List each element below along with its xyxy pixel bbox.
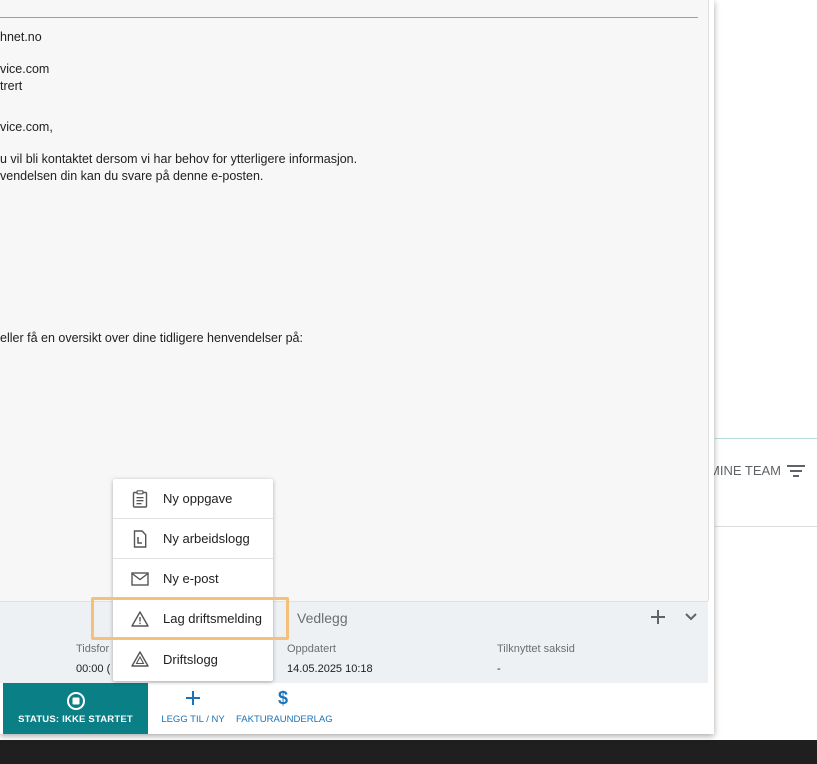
menu-item-new-task[interactable]: Ny oppgave: [113, 479, 273, 519]
menu-item-incident-log[interactable]: Driftslogg: [113, 639, 273, 679]
add-new-button[interactable]: LEGG TIL / NY: [158, 683, 228, 734]
info-label: Oppdatert: [287, 643, 336, 655]
team-filter-label: MINE TEAM: [709, 463, 781, 478]
menu-item-new-email[interactable]: Ny e-post: [113, 559, 273, 599]
chevron-down-icon[interactable]: [682, 608, 700, 626]
menu-item-label: Ny arbeidslogg: [163, 531, 250, 546]
attachments-label: Vedlegg: [297, 610, 348, 626]
attachments-bar: Vedlegg: [0, 601, 708, 637]
info-linked-case: Tilknyttet saksid -: [497, 643, 575, 675]
stop-circle-icon: [67, 692, 85, 710]
clipboard-icon: [131, 489, 149, 508]
plus-icon: [186, 691, 200, 705]
plus-icon[interactable]: [648, 607, 668, 627]
status-button[interactable]: STATUS: IKKE STARTET: [3, 683, 148, 734]
email-line: eller få en oversikt over dine tidligere…: [0, 331, 303, 345]
info-value: 00:00 (: [76, 663, 111, 675]
warning-icon: [131, 650, 149, 668]
info-label: Tilknyttet saksid: [497, 643, 575, 655]
info-updated: Oppdatert 14.05.2025 10:18: [287, 643, 373, 675]
email-line: hnet.no: [0, 30, 42, 44]
add-new-label: LEGG TIL / NY: [161, 714, 225, 725]
case-dialog: hnet.no vice.com trert vice.com, u vil b…: [0, 0, 714, 734]
add-new-menu: Ny oppgave Ny arbeidslogg Ny e-post Lag …: [113, 479, 273, 681]
menu-item-label: Ny oppgave: [163, 491, 233, 506]
email-line: vice.com: [0, 62, 50, 76]
status-label: STATUS: IKKE STARTET: [18, 714, 133, 725]
warning-icon: [131, 610, 149, 628]
case-info-row: Tidsfor 00:00 ( Oppdatert 14.05.2025 10:…: [0, 636, 708, 683]
background-panel: MINE TEAM: [709, 0, 817, 740]
menu-item-label: Driftslogg: [163, 651, 218, 667]
divider: [715, 526, 817, 527]
bottom-toolbar: STATUS: IKKE STARTET LEGG TIL / NY $ FAK…: [0, 683, 714, 734]
email-line: vice.com,: [0, 120, 53, 134]
email-body: hnet.no vice.com trert vice.com, u vil b…: [0, 0, 709, 601]
invoice-basis-label: FAKTURAUNDERLAG: [236, 714, 333, 725]
menu-item-label: Ny e-post: [163, 571, 219, 586]
divider: [715, 438, 817, 439]
info-value: 14.05.2025 10:18: [287, 663, 373, 675]
team-filter[interactable]: MINE TEAM: [709, 463, 805, 478]
email-line: vendelsen din kan du svare på denne e-po…: [0, 169, 264, 183]
taskbar: [0, 740, 817, 764]
menu-item-new-worklog[interactable]: Ny arbeidslogg: [113, 519, 273, 559]
divider: [0, 17, 698, 18]
envelope-icon: [131, 570, 149, 588]
info-deadline: Tidsfor 00:00 (: [76, 643, 110, 675]
dollar-icon: $: [277, 688, 289, 708]
email-line: trert: [0, 79, 23, 93]
info-value: -: [497, 663, 501, 675]
filter-list-icon: [787, 464, 805, 477]
menu-item-label: Lag driftsmelding: [163, 611, 262, 626]
worklog-document-icon: [131, 529, 149, 548]
email-line: u vil bli kontaktet dersom vi har behov …: [0, 152, 358, 166]
invoice-basis-button[interactable]: $ FAKTURAUNDERLAG: [236, 683, 333, 734]
menu-item-create-incident[interactable]: Lag driftsmelding: [113, 599, 273, 639]
info-label: Tidsfor: [76, 643, 110, 655]
